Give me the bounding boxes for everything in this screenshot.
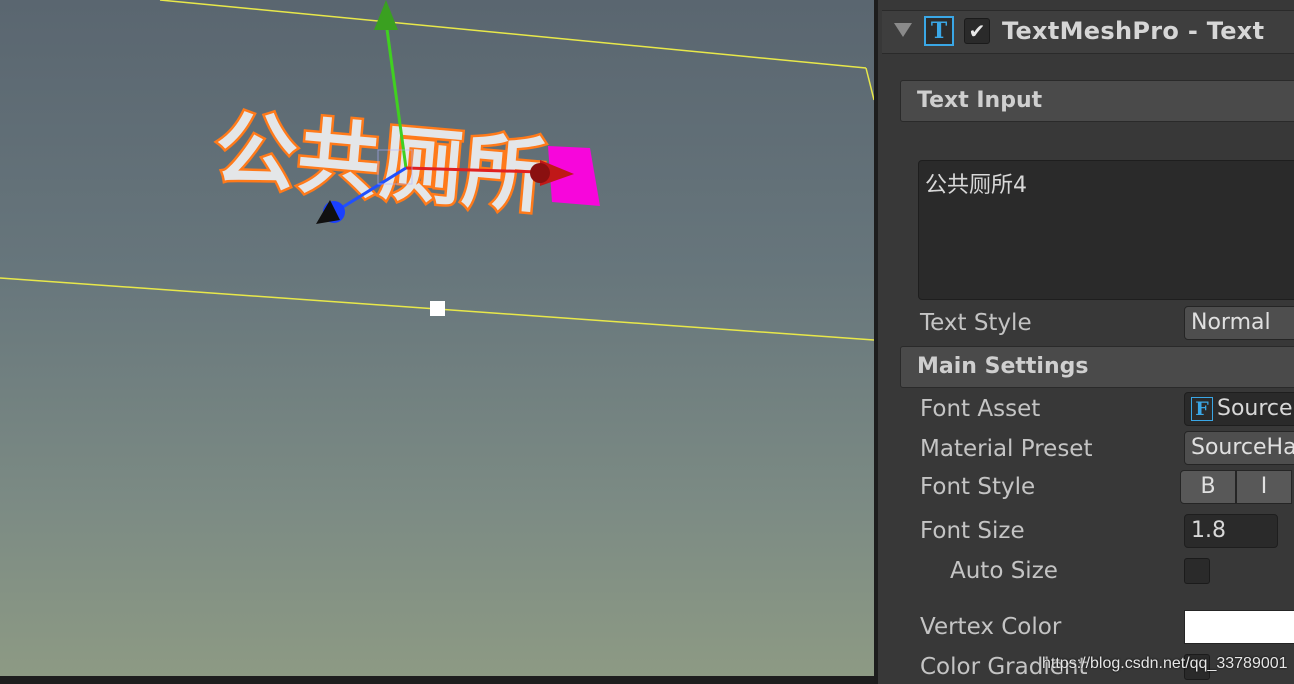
font-asset-value: SourceHanSans (1217, 396, 1294, 421)
text-input-area[interactable]: 公共厕所4 (918, 160, 1294, 300)
component-title: TextMeshPro - Text (1002, 17, 1265, 45)
inspector-panel: T ✔ TextMeshPro - Text Text Input 公共厕所4 … (874, 0, 1294, 684)
material-preset-label: Material Preset (920, 436, 1093, 462)
textmeshpro-icon: T (924, 16, 954, 46)
font-asset-field[interactable]: FSourceHanSans (1184, 392, 1294, 426)
text-input-section-header[interactable]: Text Input (900, 80, 1294, 122)
font-size-label: Font Size (920, 518, 1025, 544)
vertex-color-swatch[interactable] (1184, 610, 1294, 644)
scene-canvas[interactable]: 公共厕所 (0, 0, 874, 676)
component-header[interactable]: T ✔ TextMeshPro - Text (882, 10, 1294, 54)
component-enabled-checkbox[interactable]: ✔ (964, 18, 990, 44)
scene-3d-text[interactable]: 公共厕所 (209, 99, 553, 228)
viewport-bottom-border (0, 676, 874, 684)
rect-bounds-top (159, 0, 867, 69)
watermark-text: https://blog.csdn.net/qq_33789001 (1042, 655, 1288, 672)
font-style-label: Font Style (920, 474, 1036, 500)
rect-bounds-right (865, 67, 874, 101)
font-size-field[interactable]: 1.8 (1184, 514, 1278, 548)
main-settings-section-header[interactable]: Main Settings (900, 346, 1294, 388)
auto-size-checkbox[interactable] (1184, 558, 1210, 584)
material-preset-dropdown[interactable]: SourceHanSans (1184, 431, 1294, 465)
gizmo-y-arrow-icon[interactable] (374, 0, 398, 30)
auto-size-label: Auto Size (950, 558, 1058, 584)
font-asset-icon: F (1191, 397, 1213, 421)
text-style-dropdown[interactable]: Normal (1184, 306, 1294, 340)
vertex-color-label: Vertex Color (920, 614, 1062, 640)
font-style-italic-button[interactable]: I (1236, 470, 1292, 504)
text-style-label: Text Style (920, 310, 1032, 336)
font-style-bold-button[interactable]: B (1180, 470, 1236, 504)
text-input-section-label: Text Input (917, 88, 1043, 113)
main-settings-section-label: Main Settings (917, 354, 1089, 379)
foldout-arrow-icon[interactable] (894, 23, 912, 37)
font-asset-label: Font Asset (920, 396, 1041, 422)
rect-handle[interactable] (430, 301, 445, 316)
scene-viewport[interactable]: 公共厕所 (0, 0, 874, 676)
